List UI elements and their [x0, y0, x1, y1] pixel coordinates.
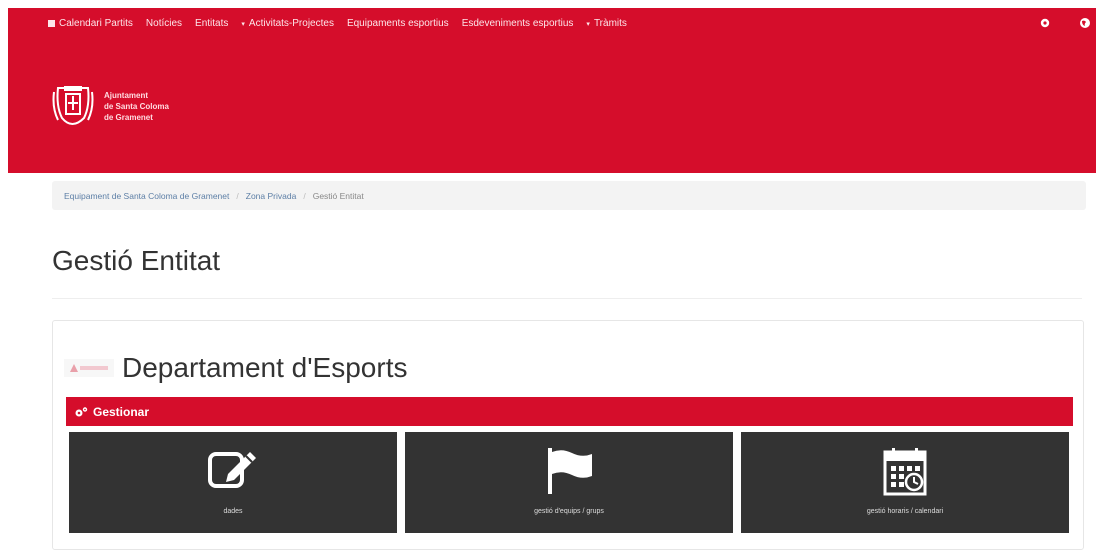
tile-label: gestió horaris / calendari	[866, 508, 944, 515]
brand-name: Ajuntament de Santa Coloma de Gramenet	[104, 90, 169, 122]
nav-tramits[interactable]: ▾ Tràmits	[586, 18, 626, 29]
tile-teams[interactable]: gestió d'equips / grups	[405, 432, 733, 533]
tile-data[interactable]: dades	[69, 432, 397, 533]
cogs-icon	[75, 406, 88, 416]
nav-label: Equipaments esportius	[346, 18, 449, 29]
nav-activitats-projectes[interactable]: ▾ Activitats-Projectes	[241, 18, 334, 29]
globe-icon[interactable]	[1078, 16, 1092, 30]
header-actions	[1038, 16, 1092, 30]
flag-icon	[548, 448, 592, 494]
department-heading: Departament d'Esports	[64, 352, 407, 384]
breadcrumb-link-private-zone[interactable]: Zona Privada	[246, 191, 297, 201]
nav-label: Calendari Partits	[59, 18, 133, 29]
manage-label: Gestionar	[93, 404, 150, 419]
edit-icon	[208, 452, 256, 488]
settings-gear-icon[interactable]	[1038, 16, 1052, 30]
tile-schedule[interactable]: gestió horaris / calendari	[741, 432, 1069, 533]
department-logo	[64, 355, 114, 381]
breadcrumb: Equipament de Santa Coloma de Gramenet /…	[52, 181, 1086, 210]
breadcrumb-current: Gestió Entitat	[312, 190, 364, 201]
manage-bar: Gestionar	[66, 397, 1073, 426]
nav-entitats[interactable]: Entitats	[195, 18, 228, 29]
nav-label: Esdeveniments esportius	[461, 18, 574, 29]
breadcrumb-separator: /	[236, 190, 239, 201]
nav-label: Tràmits	[593, 18, 627, 29]
nav-calendari-partits[interactable]: Calendari Partits	[48, 18, 133, 29]
breadcrumb-link-home[interactable]: Equipament de Santa Coloma de Gramenet	[64, 191, 229, 201]
site-brand[interactable]: Ajuntament de Santa Coloma de Gramenet	[52, 80, 169, 132]
nav-label: Activitats-Projectes	[248, 18, 334, 29]
calendar-icon	[48, 20, 55, 27]
nav-equipaments[interactable]: Equipaments esportius	[347, 18, 449, 29]
tile-label: gestió d'equips / grups	[534, 508, 604, 515]
nav-esdeveniments[interactable]: Esdeveniments esportius	[462, 18, 574, 29]
nav-label: Notícies	[145, 18, 183, 29]
nav-noticies[interactable]: Notícies	[146, 18, 182, 29]
caret-down-icon: ▾	[241, 20, 245, 28]
nav-label: Entitats	[195, 18, 229, 29]
coat-of-arms-logo	[52, 86, 94, 125]
breadcrumb-separator: /	[303, 190, 306, 201]
caret-down-icon: ▾	[586, 20, 590, 28]
title-divider	[52, 298, 1082, 299]
calendar-clock-icon	[883, 448, 927, 496]
top-navigation: Calendari Partits Notícies Entitats ▾ Ac…	[48, 18, 640, 29]
site-header	[8, 8, 1096, 173]
manage-tiles: dades gestió d'equips / grups gestió hor…	[69, 432, 1069, 533]
department-name: Departament d'Esports	[122, 352, 408, 383]
page-title: Gestió Entitat	[52, 245, 221, 276]
tile-label: dades	[223, 508, 243, 515]
